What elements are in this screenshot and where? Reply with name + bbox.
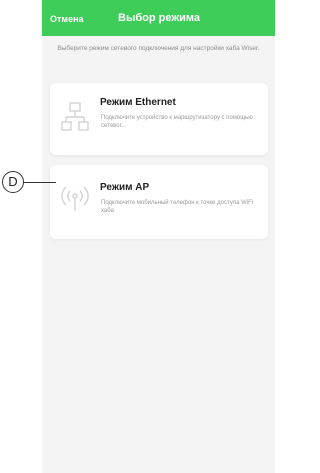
callout-pointer-line xyxy=(24,182,56,183)
callout-marker: D xyxy=(2,171,24,193)
instruction-text: Выберите режим сетевого подключения для … xyxy=(57,45,260,52)
page-title: Выбор режима xyxy=(118,12,200,24)
wireless-signal-icon xyxy=(61,186,89,211)
ethernet-mode-card[interactable]: Режим Ethernet Подключите устройство к м… xyxy=(50,83,268,155)
ethernet-mode-description: Подключите устройство к маршрутизатору с… xyxy=(101,115,253,129)
cancel-button[interactable]: Отмена xyxy=(50,14,84,24)
header-bar: Отмена Выбор режима xyxy=(42,0,275,36)
network-icon xyxy=(61,102,89,131)
ap-mode-title: Режим AP xyxy=(100,182,150,193)
ap-mode-description: Подключите мобильный телефон к точке дос… xyxy=(101,200,254,214)
ap-mode-card[interactable]: Режим AP Подключите мобильный телефон к … xyxy=(50,165,268,239)
ethernet-mode-title: Режим Ethernet xyxy=(100,97,176,108)
mode-selection-screen: Отмена Выбор режима Выберите режим сетев… xyxy=(42,0,275,473)
